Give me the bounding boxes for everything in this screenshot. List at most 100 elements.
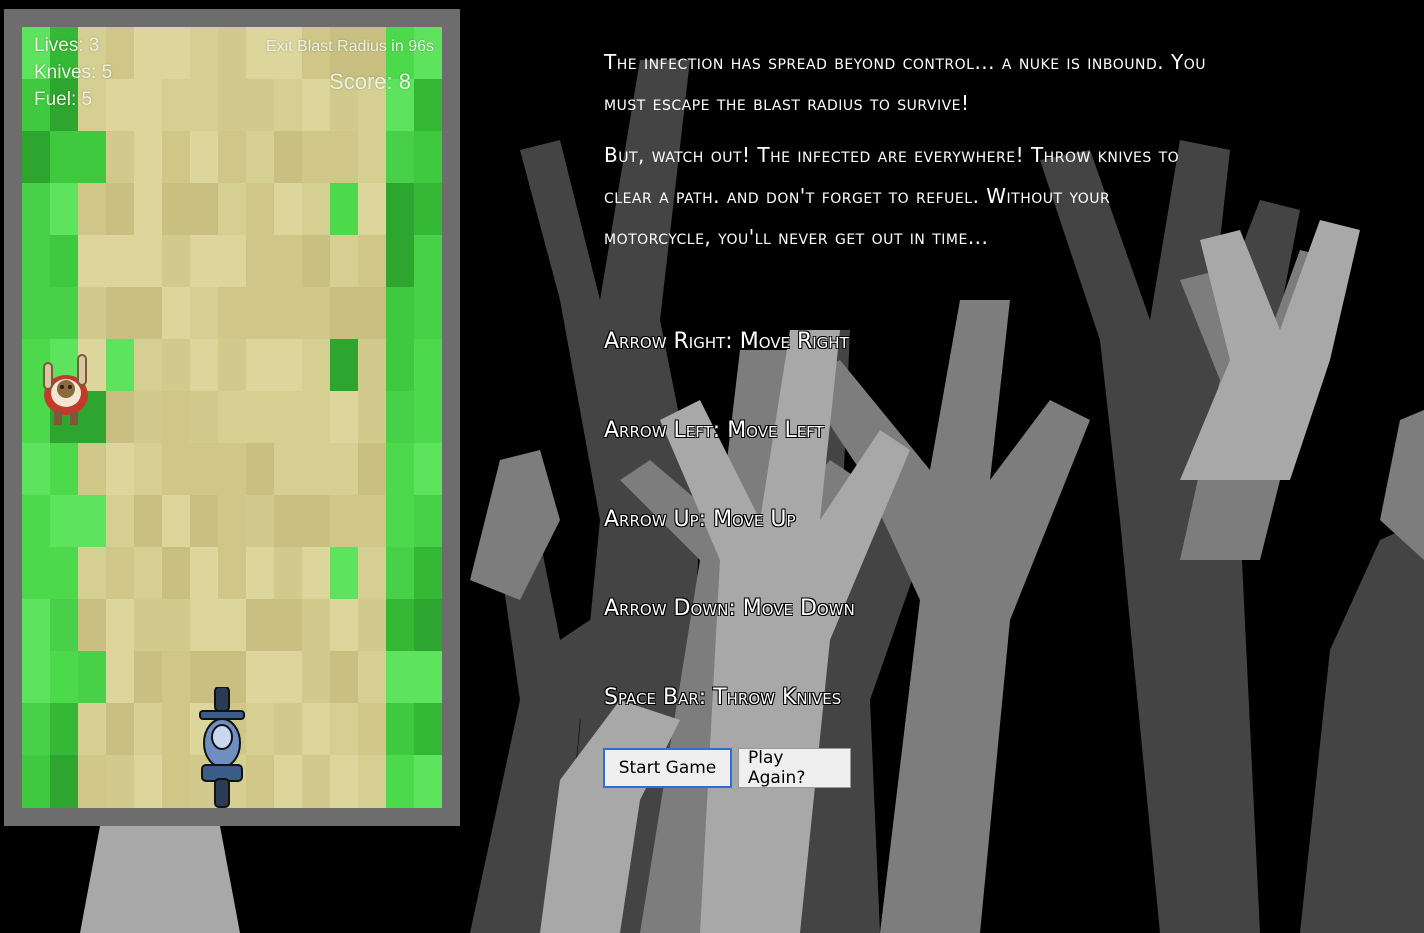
sand-tile (78, 443, 107, 496)
sand-tile (218, 391, 247, 444)
sand-tile (302, 339, 331, 392)
sand-tile (106, 391, 135, 444)
sand-tile (78, 599, 107, 652)
grass-tile (386, 183, 415, 236)
sand-tile (274, 287, 303, 340)
sand-tile (106, 755, 135, 808)
sand-tile (190, 27, 219, 80)
grass-tile (22, 703, 51, 756)
grass-tile (106, 339, 135, 392)
sand-tile (162, 599, 191, 652)
grass-tile (50, 183, 79, 236)
grass-tile (22, 495, 51, 548)
sand-tile (106, 79, 135, 132)
start-game-button[interactable]: Start Game (603, 748, 732, 788)
sand-tile (246, 131, 275, 184)
sand-tile (330, 599, 359, 652)
sand-tile (218, 339, 247, 392)
control-arrow-down: Arrow Down: Move Down (604, 596, 855, 621)
grass-tile (414, 547, 442, 600)
grass-tile (414, 755, 442, 808)
sand-tile (302, 547, 331, 600)
sand-tile (218, 27, 247, 80)
instructions-panel: The infection has spread beyond control.… (604, 42, 1224, 269)
grass-tile (386, 339, 415, 392)
grass-tile (330, 183, 359, 236)
sand-tile (162, 339, 191, 392)
fuel-counter: Fuel: 5 (34, 89, 93, 110)
sand-tile (134, 391, 163, 444)
grass-tile (78, 131, 107, 184)
grass-tile (386, 443, 415, 496)
sand-tile (106, 495, 135, 548)
sand-tile (106, 651, 135, 704)
grass-tile (50, 547, 79, 600)
sand-tile (358, 339, 387, 392)
grass-tile (414, 703, 442, 756)
motorcycle-sprite (199, 687, 245, 808)
grass-tile (50, 651, 79, 704)
sand-tile (162, 547, 191, 600)
sand-tile (330, 287, 359, 340)
sand-tile (302, 79, 331, 132)
sand-tile (302, 183, 331, 236)
sand-tile (302, 391, 331, 444)
sand-tile (134, 599, 163, 652)
sand-tile (162, 287, 191, 340)
sand-tile (274, 495, 303, 548)
sand-tile (246, 391, 275, 444)
sand-tile (218, 79, 247, 132)
game-frame: Lives: 3 Knives: 5 Fuel: 5 Exit Blast Ra… (4, 9, 460, 826)
sand-tile (106, 703, 135, 756)
sand-tile (246, 287, 275, 340)
sand-tile (106, 547, 135, 600)
grass-tile (22, 599, 51, 652)
grass-tile (414, 287, 442, 340)
lives-counter: Lives: 3 (34, 35, 100, 56)
sand-tile (162, 703, 191, 756)
sand-tile (330, 703, 359, 756)
sand-tile (218, 495, 247, 548)
knives-counter: Knives: 5 (34, 62, 113, 83)
play-again-button[interactable]: Play Again? (738, 748, 851, 788)
sand-tile (162, 391, 191, 444)
sand-tile (274, 235, 303, 288)
sand-tile (134, 443, 163, 496)
grass-tile (22, 755, 51, 808)
sand-tile (78, 755, 107, 808)
grass-tile (414, 131, 442, 184)
sand-tile (106, 235, 135, 288)
sand-tile (246, 651, 275, 704)
grass-tile (414, 443, 442, 496)
grass-tile (414, 339, 442, 392)
sand-tile (330, 495, 359, 548)
sand-tile (106, 183, 135, 236)
sand-tile (162, 755, 191, 808)
sand-tile (246, 235, 275, 288)
grass-tile (414, 651, 442, 704)
game-canvas[interactable]: Lives: 3 Knives: 5 Fuel: 5 Exit Blast Ra… (22, 27, 442, 808)
sand-tile (106, 287, 135, 340)
grass-tile (78, 495, 107, 548)
grass-tile (330, 339, 359, 392)
sand-tile (246, 703, 275, 756)
grass-tile (22, 131, 51, 184)
grass-tile (50, 443, 79, 496)
sand-tile (246, 339, 275, 392)
grass-tile (386, 651, 415, 704)
sand-tile (190, 287, 219, 340)
sand-tile (358, 235, 387, 288)
grass-tile (330, 547, 359, 600)
sand-tile (358, 495, 387, 548)
grass-tile (50, 599, 79, 652)
sand-tile (358, 287, 387, 340)
sand-tile (134, 495, 163, 548)
sand-tile (218, 599, 247, 652)
sand-tile (134, 339, 163, 392)
sand-tile (274, 755, 303, 808)
sand-tile (162, 131, 191, 184)
sand-tile (274, 599, 303, 652)
sand-tile (358, 443, 387, 496)
sand-tile (78, 703, 107, 756)
sand-tile (302, 443, 331, 496)
